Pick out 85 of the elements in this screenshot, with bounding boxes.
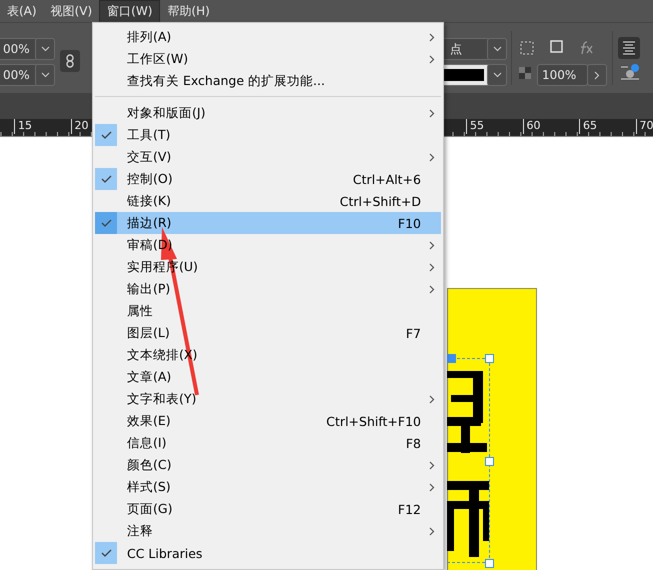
menu-item-label: 属性 <box>127 302 154 320</box>
chevron-down-icon <box>492 46 502 52</box>
menu-item[interactable]: CC Libraries <box>95 542 441 564</box>
dropdown-button[interactable] <box>487 64 507 86</box>
menu-item-label: 页面(G) <box>127 500 174 518</box>
menu-item-label: 文字和表(Y) <box>127 390 198 408</box>
resize-handle[interactable] <box>485 354 494 363</box>
menu-item-label: 图层(L) <box>127 324 171 342</box>
align-icon[interactable] <box>618 37 640 59</box>
menu-item-label: 对象和版面(J) <box>127 104 206 122</box>
menu-item-label: 描边(R) <box>127 214 172 232</box>
menu-item[interactable]: 审稿(D) <box>95 234 441 256</box>
scale-y-field[interactable]: 00% <box>0 64 38 86</box>
ruler-number: 65 <box>579 119 597 134</box>
opacity-field[interactable]: 100% <box>537 64 588 86</box>
menu-item-label: 样式(S) <box>127 478 172 496</box>
menu-item-label: 注释 <box>127 522 154 540</box>
menu-item[interactable]: 控制(O) Ctrl+Alt+6 <box>95 168 441 190</box>
scale-x-field[interactable]: 00% <box>0 38 38 60</box>
menu-item-label: 工具(T) <box>127 126 172 144</box>
ruler-number: 70 <box>636 119 653 134</box>
menu-item-label: 输出(P) <box>127 280 172 298</box>
menu-item[interactable]: 工具(T) <box>95 124 441 146</box>
menu-item[interactable]: 注释 <box>95 520 441 542</box>
effects-icon[interactable] <box>579 41 595 55</box>
menu-item[interactable]: 交互(V) <box>95 146 441 168</box>
menu-item[interactable]: 页面(G) F12 <box>95 498 441 520</box>
menu-item[interactable]: 排列(A) <box>95 26 441 48</box>
text-frame[interactable] <box>447 354 494 568</box>
menu-item-label: 文章(A) <box>127 368 172 386</box>
menu-bar-item[interactable]: 窗口(W) <box>99 0 160 22</box>
ruler-number: 55 <box>466 119 484 134</box>
dropdown-button[interactable] <box>35 64 55 86</box>
resize-handle[interactable] <box>485 457 494 466</box>
menu-item[interactable]: 颜色(C) <box>95 454 441 476</box>
menu-item[interactable]: 图层(L) F7 <box>95 322 441 344</box>
checker-icon[interactable] <box>519 67 531 79</box>
menu-item[interactable]: 工作区(W) <box>95 48 441 70</box>
shortcut-text: F8 <box>406 436 421 450</box>
chevron-right-icon <box>594 70 600 80</box>
menu-item-label: 查找有关 Exchange 的扩展功能... <box>127 72 326 90</box>
resize-handle[interactable] <box>447 354 456 363</box>
menu-item[interactable]: 样式(S) <box>95 476 441 498</box>
menu-item-label: 控制(O) <box>127 170 174 188</box>
menu-item[interactable]: 输出(P) <box>95 278 441 300</box>
menu-item[interactable]: 查找有关 Exchange 的扩展功能... <box>95 70 441 92</box>
dropdown-button[interactable] <box>35 38 55 60</box>
resize-handle[interactable] <box>485 559 494 568</box>
menu-item-label: CC Libraries <box>127 546 204 560</box>
chevron-down-icon <box>40 72 50 78</box>
dropdown-button[interactable] <box>487 38 507 60</box>
frame-icon[interactable] <box>550 40 563 55</box>
menu-item[interactable]: 文字和表(Y) <box>95 388 441 410</box>
chevron-down-icon <box>40 46 50 52</box>
ruler-number: 15 <box>14 119 32 134</box>
menu-item[interactable]: 对象和版面(J) <box>95 102 441 124</box>
shortcut-text: F7 <box>406 326 421 340</box>
menu-item[interactable]: 链接(K) Ctrl+Shift+D <box>95 190 441 212</box>
menu-item-label: 效果(E) <box>127 412 172 430</box>
dotted-frame-icon[interactable] <box>520 41 535 56</box>
menu-item-label: 颜色(C) <box>127 456 172 474</box>
menu-item[interactable]: 信息(I) F8 <box>95 432 441 454</box>
shortcut-text: Ctrl+Shift+F10 <box>326 414 421 428</box>
menu-bar-item[interactable]: 表(A) <box>0 0 44 22</box>
shortcut-text: F12 <box>398 502 421 516</box>
menu-item-label: 交互(V) <box>127 148 172 166</box>
menu-item[interactable]: 效果(E) Ctrl+Shift+F10 <box>95 410 441 432</box>
menu-bar-item[interactable]: 帮助(H) <box>160 0 217 22</box>
menu-item-label: 排列(A) <box>127 28 172 46</box>
chevron-button[interactable] <box>587 64 607 86</box>
menu-bar-item[interactable]: 视图(V) <box>44 0 100 22</box>
ruler-number: 60 <box>522 119 540 134</box>
menu-item[interactable]: 描边(R) F10 <box>95 212 441 234</box>
shortcut-text: F10 <box>398 216 421 230</box>
menu-item-label: 审稿(D) <box>127 236 174 254</box>
menu-item-label: 信息(I) <box>127 434 168 452</box>
ruler-number: 20 <box>70 119 88 134</box>
menu-item[interactable]: 文章(A) <box>95 366 441 388</box>
menu-item-label: 工作区(W) <box>127 50 190 68</box>
chevron-down-icon <box>492 72 502 78</box>
menu-item[interactable]: 属性 <box>95 300 441 322</box>
link-icon[interactable] <box>60 50 80 72</box>
shortcut-text: Ctrl+Shift+D <box>340 194 421 208</box>
menu-item-label: 链接(K) <box>127 192 172 210</box>
shortcut-text: Ctrl+Alt+6 <box>352 172 421 186</box>
